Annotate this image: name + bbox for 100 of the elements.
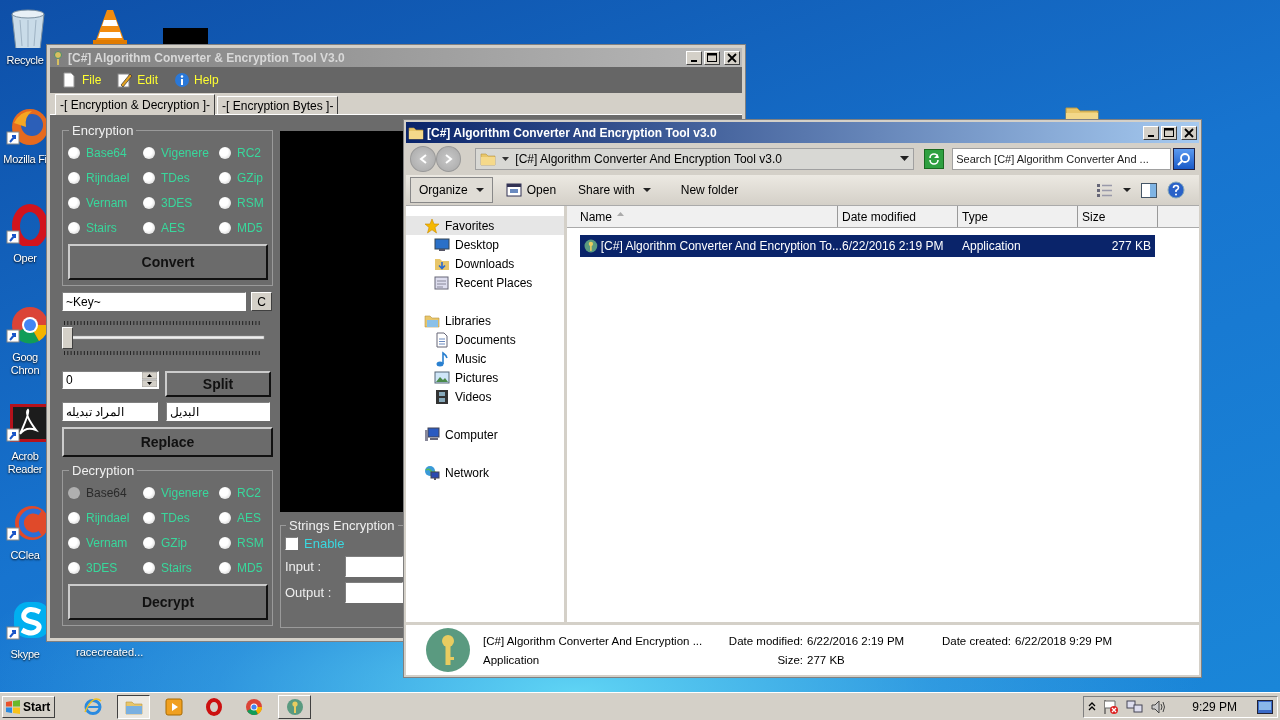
slider-thumb[interactable] [62, 327, 73, 349]
radio-button[interactable] [68, 536, 80, 549]
radio-button[interactable] [68, 171, 80, 184]
start-button[interactable]: Start [2, 695, 56, 718]
close-button[interactable] [724, 50, 740, 65]
minimize-button[interactable] [686, 50, 702, 65]
nav-item[interactable]: Desktop [406, 235, 564, 254]
checkbox[interactable] [285, 537, 298, 550]
maximize-button[interactable] [704, 50, 720, 65]
nav-item[interactable]: Pictures [406, 368, 564, 387]
group-title: Strings Encryption [288, 518, 396, 533]
option-label: Stairs [86, 220, 117, 235]
forward-button[interactable] [435, 146, 462, 172]
radio-button[interactable] [219, 536, 231, 549]
field-label: Output : [285, 585, 333, 600]
desktop-icon-label[interactable]: racecreated... [76, 646, 144, 658]
caret-icon [475, 187, 484, 193]
maximize-button[interactable] [1161, 125, 1177, 140]
radio-button[interactable] [68, 221, 80, 234]
tab[interactable]: -[ Encryption & Decryption ]- [55, 94, 216, 115]
action-button[interactable]: Convert [68, 244, 268, 280]
radio-button[interactable] [68, 196, 80, 209]
toolbar-button[interactable]: Open [496, 177, 566, 203]
clear-button[interactable]: C [251, 292, 272, 311]
radio-button[interactable] [68, 511, 80, 524]
desktop-icon-label[interactable]: Acrob Reader [7, 450, 43, 476]
radio-button[interactable] [219, 486, 231, 499]
nav-item[interactable]: Downloads [406, 254, 564, 273]
slider[interactable] [62, 321, 268, 355]
nav-item[interactable]: Favorites [406, 216, 564, 235]
replace-button[interactable]: Replace [62, 427, 273, 457]
option-label: AES [237, 510, 261, 525]
detail-label: Date created: [941, 633, 1012, 649]
text-field[interactable] [345, 582, 403, 603]
option-label: Base64 [86, 485, 127, 500]
nav-item[interactable]: Documents [406, 330, 564, 349]
nav-item[interactable]: Libraries [406, 311, 564, 330]
option-label: Rijndael [86, 510, 130, 525]
action-button[interactable]: Decrypt [68, 584, 268, 620]
music-note-icon [434, 350, 450, 367]
menu-item[interactable]: Edit [115, 72, 161, 88]
help-button[interactable] [1165, 179, 1187, 201]
radio-button[interactable] [143, 146, 155, 159]
nav-item[interactable]: Network [406, 463, 564, 482]
nav-item[interactable]: Music [406, 349, 564, 368]
radio-button[interactable] [143, 536, 155, 549]
key-field[interactable]: ~Key~ [62, 292, 246, 311]
nav-item[interactable]: Computer [406, 425, 564, 444]
view-menu-button[interactable] [1121, 185, 1133, 195]
taskbar-button[interactable] [117, 694, 151, 719]
desktop-icon-label[interactable]: Skype [10, 648, 40, 661]
replace-field[interactable]: البديل [166, 402, 270, 421]
minimize-button[interactable] [1143, 125, 1159, 140]
radio-button[interactable] [219, 146, 231, 159]
find-field[interactable]: المراد تبديله [62, 402, 158, 421]
radio-button[interactable] [219, 221, 231, 234]
file-type: Application [483, 652, 541, 668]
radio-button[interactable] [219, 511, 231, 524]
radio-button[interactable] [219, 171, 231, 184]
option-label: MD5 [237, 220, 263, 235]
minimize-icon [691, 60, 697, 62]
folder-icon [480, 151, 497, 167]
desktop-icon-label[interactable]: CClea [10, 549, 40, 562]
nav-item[interactable]: Recent Places [406, 273, 564, 292]
radio-button[interactable] [143, 171, 155, 184]
toolbar-button[interactable]: Organize [410, 177, 493, 203]
document-icon [434, 331, 450, 348]
back-button[interactable] [410, 146, 436, 172]
search-field[interactable]: Search [C#] Algorithm Converter And ... [952, 148, 1172, 170]
refresh-button[interactable] [924, 149, 945, 169]
desktop-icon-label[interactable]: Oper [13, 252, 37, 265]
file-row[interactable]: [C#] Algorithm Converter And Encryption To...6/22/2016 2:19 PM Application 277 KB [580, 235, 1155, 257]
radio-button[interactable] [219, 561, 231, 574]
radio-button[interactable] [143, 486, 155, 499]
page-icon [62, 72, 78, 88]
view-options-button[interactable] [1095, 181, 1115, 199]
toolbar-button[interactable]: New folder [671, 177, 748, 203]
menu-item[interactable]: Help [172, 72, 221, 88]
menu-item[interactable]: File [60, 72, 104, 88]
radio-button[interactable] [143, 221, 155, 234]
preview-pane-button[interactable] [1139, 180, 1159, 200]
radio-button[interactable] [143, 511, 155, 524]
desktop-icon-label[interactable]: Mozilla Fi [3, 153, 47, 166]
radio-button[interactable] [68, 146, 80, 159]
radio-button[interactable] [143, 561, 155, 574]
search-button[interactable] [1173, 148, 1195, 170]
tab[interactable]: -[ Encryption Bytes ]- [217, 96, 339, 114]
search-icon [1177, 152, 1192, 166]
nav-item[interactable]: Videos [406, 387, 564, 406]
desktop-icon-label[interactable]: Recycle [6, 54, 44, 67]
radio-button[interactable] [68, 561, 80, 574]
split-button[interactable]: Split [165, 371, 271, 397]
address-bar[interactable]: [C#] Algorithm Converter And Encryption Tool v3.0 [475, 148, 915, 170]
radio-button[interactable] [219, 196, 231, 209]
desktop-icon-label[interactable]: Goog Chron [10, 351, 40, 377]
text-field[interactable] [345, 556, 403, 577]
toolbar-button[interactable]: Share with [569, 177, 660, 203]
radio-button[interactable] [143, 196, 155, 209]
close-button[interactable] [1181, 125, 1197, 140]
pencil-icon [117, 72, 134, 88]
